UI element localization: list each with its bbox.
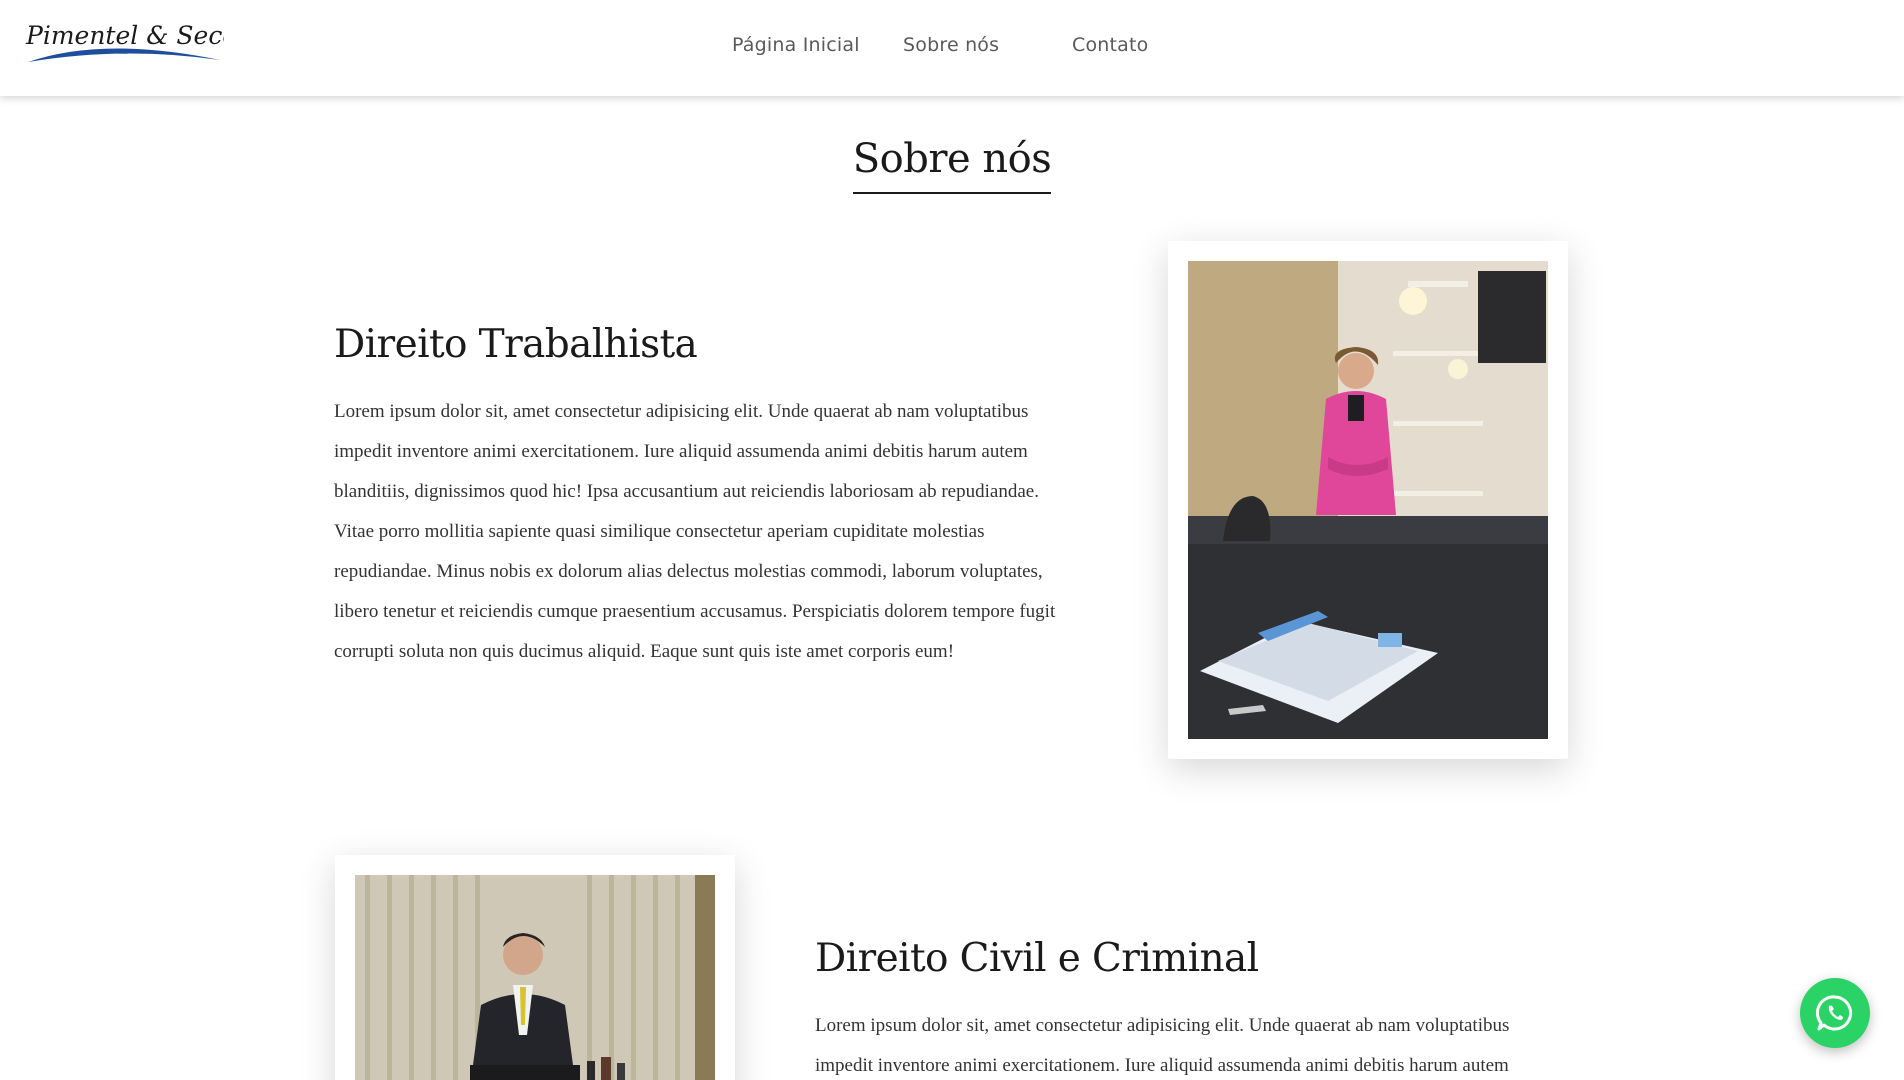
block-heading-civil-criminal-law: Direito Civil e Criminal: [815, 936, 1259, 981]
block-heading-labor-law: Direito Trabalhista: [334, 322, 698, 367]
logo-link[interactable]: Pimentel & Secco: [24, 14, 224, 78]
photo-lawyer-man: [355, 875, 715, 1080]
block-text-civil-criminal-law: Lorem ipsum dolor sit, amet consectetur …: [815, 1015, 1510, 1076]
block-text-labor-law: Lorem ipsum dolor sit, amet consectetur …: [334, 401, 1056, 662]
nav-home[interactable]: Página Inicial: [732, 34, 860, 56]
section-title-wrapper: Sobre nós: [0, 136, 1904, 194]
office-photo-illustration: [1188, 261, 1548, 739]
section-title: Sobre nós: [852, 136, 1052, 194]
svg-text:Pimentel & Secco: Pimentel & Secco: [25, 21, 224, 50]
photo-frame-lawyer-man: [335, 855, 735, 1080]
logo-swoosh: [28, 48, 220, 62]
nav-about[interactable]: Sobre nós: [903, 34, 999, 56]
nav-contact[interactable]: Contato: [1072, 34, 1149, 56]
photo-lawyer-woman: [1188, 261, 1548, 739]
photo-frame-lawyer-woman: [1168, 241, 1568, 759]
navbar: Pimentel & Secco Página Inicial Sobre nó…: [0, 0, 1904, 96]
whatsapp-icon: [1815, 995, 1853, 1031]
whatsapp-button[interactable]: [1800, 978, 1870, 1048]
logo-image: Pimentel & Secco: [25, 21, 224, 62]
office-photo-illustration-2: [355, 875, 715, 1080]
